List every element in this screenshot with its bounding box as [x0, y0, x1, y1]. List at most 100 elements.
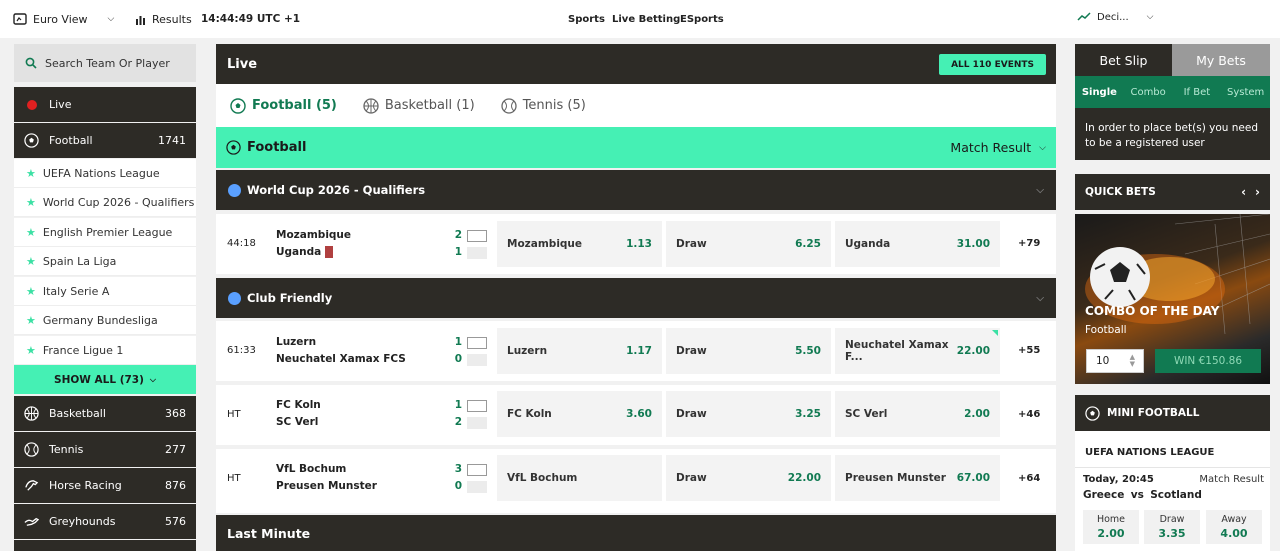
sidebar-item-horse-racing[interactable]: Horse Racing 876	[14, 468, 196, 503]
more-markets[interactable]: +46	[1018, 409, 1040, 420]
sidebar-item-live[interactable]: Live	[14, 87, 196, 122]
mini-odd-home[interactable]: Home 2.00	[1083, 510, 1139, 544]
sidebar-league-item[interactable]: ★ UEFA Nations League	[14, 159, 196, 188]
league-label: Spain La Liga	[42, 254, 117, 268]
league-title: World Cup 2026 - Qualifiers	[247, 183, 426, 197]
mini-football-card: UEFA NATIONS LEAGUE Today, 20:45 Match R…	[1075, 431, 1270, 551]
odd-label: VfL Bochum	[507, 472, 578, 484]
league-header[interactable]: Club Friendly ⌵	[216, 278, 1056, 318]
all-events-button[interactable]: ALL 110 EVENTS	[939, 54, 1046, 75]
odd-button-draw[interactable]: Draw 3.25	[666, 391, 831, 437]
nav-esports[interactable]: ESports	[680, 0, 724, 38]
bet-type-system[interactable]: System	[1221, 87, 1270, 98]
odd-button-home[interactable]: Mozambique 1.13	[497, 221, 662, 267]
odd-label: Draw	[676, 238, 707, 250]
match-row[interactable]: HT FC Koln SC Verl 1 2 FC Koln 3.60 Draw 3.2…	[216, 385, 1056, 445]
mini-vs: vs	[1130, 489, 1144, 501]
mini-odd-label: Home	[1096, 514, 1126, 525]
more-markets[interactable]: +55	[1018, 345, 1040, 356]
show-all-button[interactable]: SHOW ALL (73) ⌵	[14, 365, 196, 394]
sidebar-greyhounds-count: 576	[165, 515, 186, 528]
match-row[interactable]: HT VfL Bochum Preusen Munster 3 0 VfL Boch…	[216, 449, 1056, 513]
tab-basketball[interactable]: Basketball (1)	[363, 97, 475, 114]
mini-home: Greece	[1083, 489, 1125, 501]
match-row[interactable]: 61:33 Luzern Neuchatel Xamax FCS 1 0 Luzer…	[216, 321, 1056, 381]
mini-market: Match Result	[1199, 474, 1264, 485]
odd-button-home[interactable]: FC Koln 3.60	[497, 391, 662, 437]
odd-value: 5.50	[795, 345, 821, 357]
pitch-placeholder	[467, 417, 487, 429]
odd-label: Draw	[676, 472, 707, 484]
odd-value: 3.60	[626, 408, 652, 420]
sidebar-league-item[interactable]: ★ Spain La Liga	[14, 247, 196, 276]
trend-icon	[1077, 12, 1091, 22]
sidebar-item-greyhounds[interactable]: Greyhounds 576	[14, 504, 196, 539]
tab-bet-slip[interactable]: Bet Slip	[1075, 44, 1172, 76]
pitch-icon[interactable]	[467, 337, 487, 349]
sidebar-item-football[interactable]: Football 1741	[14, 123, 196, 158]
match-row[interactable]: 44:18 Mozambique Uganda 2 1 Mozambique 1.13…	[216, 214, 1056, 274]
tab-my-bets[interactable]: My Bets	[1172, 44, 1270, 76]
sidebar-league-item[interactable]: ★ English Premier League	[14, 218, 196, 247]
sidebar-league-item[interactable]: ★ Germany Bundesliga	[14, 306, 196, 335]
sidebar-item-tennis[interactable]: Tennis 277	[14, 432, 196, 467]
stake-stepper[interactable]: 10 ▲ ▼	[1086, 349, 1144, 373]
view-selector[interactable]: Euro View ⌵	[13, 0, 114, 38]
mini-odd-away[interactable]: Away 4.00	[1206, 510, 1262, 544]
league-header[interactable]: World Cup 2026 - Qualifiers ⌵	[216, 170, 1056, 210]
mini-teams: Greece vs Scotland	[1083, 489, 1202, 501]
chevron-right-icon[interactable]: ›	[1255, 185, 1260, 199]
away-score: 1	[454, 246, 462, 258]
win-button[interactable]: WIN €150.86	[1155, 349, 1261, 373]
pitch-icon[interactable]	[467, 400, 487, 412]
mini-odd-value: 3.35	[1158, 527, 1186, 540]
sidebar-league-item[interactable]: ★ France Ligue 1	[14, 336, 196, 365]
sidebar-tennis-count: 277	[165, 443, 186, 456]
market-selector[interactable]: Match Result ⌵	[950, 140, 1046, 155]
odd-button-away[interactable]: Preusen Munster 67.00	[835, 455, 1000, 501]
odd-button-away[interactable]: Uganda 31.00	[835, 221, 1000, 267]
tab-tennis[interactable]: Tennis (5)	[501, 97, 586, 114]
odd-button-draw[interactable]: Draw 5.50	[666, 328, 831, 374]
tab-football[interactable]: Football (5)	[230, 97, 337, 114]
pitch-icon[interactable]	[467, 230, 487, 242]
more-markets[interactable]: +64	[1018, 473, 1040, 484]
view-label: Euro View	[33, 12, 88, 26]
away-team: SC Verl	[276, 416, 319, 428]
chevron-left-icon[interactable]: ‹	[1241, 185, 1246, 199]
search-box[interactable]: Search Team Or Player	[14, 44, 196, 82]
tennis-ball-icon	[501, 97, 517, 114]
odd-value: 22.00	[956, 345, 990, 357]
odd-button-away[interactable]: SC Verl 2.00	[835, 391, 1000, 437]
odd-button-away[interactable]: Neuchatel Xamax F... 22.00	[835, 328, 1000, 374]
nav-live-betting[interactable]: Live Betting	[612, 0, 680, 38]
pitch-icon[interactable]	[467, 464, 487, 476]
more-markets[interactable]: +79	[1018, 238, 1040, 249]
results-link[interactable]: Results	[135, 0, 192, 38]
odd-button-home[interactable]: Luzern 1.17	[497, 328, 662, 374]
search-icon	[25, 57, 37, 69]
bet-type-single[interactable]: Single	[1075, 87, 1124, 98]
odd-button-draw[interactable]: Draw 6.25	[666, 221, 831, 267]
sidebar-league-item[interactable]: ★ Italy Serie A	[14, 277, 196, 306]
sidebar-league-item[interactable]: ★ World Cup 2026 - Qualifiers	[14, 188, 196, 217]
odd-button-draw[interactable]: Draw 22.00	[666, 455, 831, 501]
bet-type-if-bet[interactable]: If Bet	[1173, 87, 1222, 98]
odd-button-home[interactable]: VfL Bochum	[497, 455, 662, 501]
odd-value: 22.00	[787, 472, 821, 484]
sport-market-bar[interactable]: Football Match Result ⌵	[216, 127, 1056, 168]
odd-value: 1.17	[626, 345, 652, 357]
league-label: English Premier League	[42, 225, 173, 239]
odd-value: 67.00	[956, 472, 990, 484]
league-label: UEFA Nations League	[42, 166, 160, 180]
search-input[interactable]: Search Team Or Player	[45, 57, 170, 70]
nav-sports[interactable]: Sports	[568, 0, 605, 38]
last-minute-header[interactable]: Last Minute	[216, 515, 1056, 551]
bet-type-combo[interactable]: Combo	[1124, 87, 1173, 98]
bet-slip: Bet Slip My Bets Single Combo If Bet Sys…	[1075, 44, 1270, 160]
odds-format-selector[interactable]: Deci... ⌵	[1077, 0, 1154, 36]
combo-of-the-day-card[interactable]: COMBO OF THE DAY Football 10 ▲ ▼ WIN €150…	[1075, 214, 1270, 384]
sidebar-item-basketball[interactable]: Basketball 368	[14, 396, 196, 431]
stepper-arrows-icon[interactable]: ▲ ▼	[1130, 354, 1135, 368]
mini-odd-draw[interactable]: Draw 3.35	[1144, 510, 1200, 544]
